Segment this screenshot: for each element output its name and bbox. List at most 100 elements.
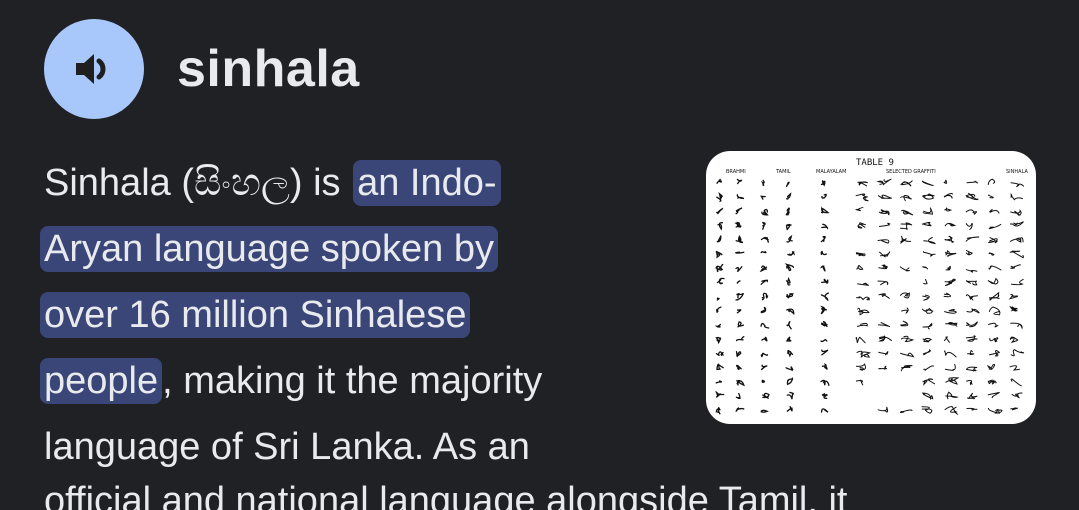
script-glyph	[988, 265, 1002, 271]
script-glyph	[820, 379, 830, 386]
script-glyph	[944, 222, 957, 227]
script-glyph	[967, 350, 975, 356]
script-glyph	[899, 409, 913, 413]
script-table-image[interactable]: TABLE 9 BRAHMI TAMIL MALAYALAM SELECTED …	[706, 151, 1036, 424]
script-glyph	[988, 322, 999, 328]
script-glyph	[786, 320, 792, 330]
script-glyph	[921, 406, 933, 414]
script-glyph	[899, 266, 910, 272]
script-glyph	[921, 392, 934, 400]
script-glyph	[857, 181, 868, 187]
script-glyph	[989, 306, 1001, 316]
speaker-button[interactable]	[44, 19, 144, 119]
script-table-drawing: TABLE 9 BRAHMI TAMIL MALAYALAM SELECTED …	[715, 158, 1028, 415]
script-glyph	[901, 209, 914, 216]
script-glyph	[944, 278, 956, 287]
script-glyph	[900, 235, 912, 244]
script-glyph	[857, 282, 869, 286]
script-glyph	[987, 277, 999, 285]
script-glyph	[1008, 294, 1019, 300]
script-glyph	[736, 364, 742, 370]
script-glyph	[736, 379, 745, 387]
script-glyph	[900, 180, 913, 187]
script-glyph	[787, 349, 794, 358]
script-glyph	[965, 209, 978, 216]
script-glyph	[716, 178, 722, 184]
script-glyph	[820, 180, 826, 187]
table-title: TABLE 9	[856, 158, 894, 168]
script-glyph	[715, 380, 723, 384]
highlighted-text[interactable]: an Indo-	[353, 160, 501, 206]
highlighted-text[interactable]: Aryan language spoken by	[40, 226, 498, 272]
script-glyph	[965, 280, 978, 286]
script-glyph	[1009, 365, 1020, 371]
script-glyph	[965, 192, 979, 201]
script-glyph	[989, 349, 1000, 357]
script-glyph	[989, 209, 1000, 214]
script-glyph	[761, 208, 769, 216]
script-glyph	[922, 294, 930, 301]
script-glyph	[821, 223, 829, 230]
script-glyph	[900, 292, 910, 299]
description-line-1: Sinhala (සිංහල) is an Indo-	[44, 150, 684, 216]
script-glyph	[943, 336, 950, 343]
script-glyph	[785, 366, 794, 372]
script-glyph	[878, 264, 889, 270]
script-glyph	[1009, 305, 1018, 312]
script-glyph	[1010, 182, 1024, 188]
script-glyph	[965, 222, 973, 230]
script-glyph	[923, 237, 937, 245]
script-glyph	[1009, 250, 1024, 259]
script-glyph	[855, 379, 864, 386]
script-glyph	[821, 393, 829, 399]
script-glyph	[943, 179, 948, 184]
script-glyph	[986, 363, 996, 370]
script-glyph	[735, 351, 742, 358]
script-glyph	[944, 350, 957, 358]
script-glyph	[922, 266, 928, 270]
script-glyph	[877, 280, 889, 286]
script-glyph	[1010, 322, 1023, 330]
script-glyph	[877, 194, 893, 199]
script-glyph	[966, 366, 978, 372]
script-glyph	[785, 207, 790, 216]
highlighted-text[interactable]: people	[40, 358, 163, 404]
description-line-5: language of Sri Lanka. As an	[44, 414, 684, 480]
script-glyph	[820, 250, 827, 256]
script-glyph	[923, 278, 928, 285]
script-glyph	[759, 265, 768, 273]
script-glyph	[965, 236, 980, 242]
script-glyph	[901, 335, 915, 343]
script-glyph	[878, 351, 889, 356]
script-glyph	[820, 206, 830, 214]
script-glyph	[715, 390, 725, 398]
description-line-partial: official and national language alongside…	[44, 480, 848, 510]
script-glyph	[820, 408, 829, 413]
script-glyph	[1010, 237, 1024, 243]
script-glyph	[966, 308, 980, 314]
script-glyph	[921, 307, 934, 314]
script-glyph	[716, 235, 722, 243]
script-glyph	[715, 336, 722, 345]
description-text-segment: Sinhala (සිංහල) is	[44, 162, 352, 204]
column-header-selected: SELECTED GRAFFITI	[886, 169, 936, 175]
script-glyph	[988, 194, 994, 199]
script-glyph	[717, 222, 724, 231]
column-header-sinhala: SINHALA	[1006, 169, 1028, 175]
script-glyph	[857, 222, 866, 229]
script-glyph	[877, 239, 890, 244]
script-glyph	[989, 291, 1000, 301]
script-glyph	[735, 292, 745, 301]
script-glyph	[1010, 209, 1022, 216]
script-glyph	[988, 223, 1002, 230]
script-glyph	[735, 207, 743, 215]
script-glyph	[878, 209, 890, 216]
script-glyph	[987, 407, 1003, 414]
description-line-4: people, making it the majority	[40, 348, 684, 414]
highlighted-text[interactable]: over 16 million Sinhalese	[40, 292, 471, 338]
script-glyph	[945, 391, 959, 400]
script-glyph	[736, 194, 745, 200]
script-glyph	[716, 192, 723, 203]
script-glyph	[820, 321, 828, 328]
script-glyph	[855, 193, 869, 202]
